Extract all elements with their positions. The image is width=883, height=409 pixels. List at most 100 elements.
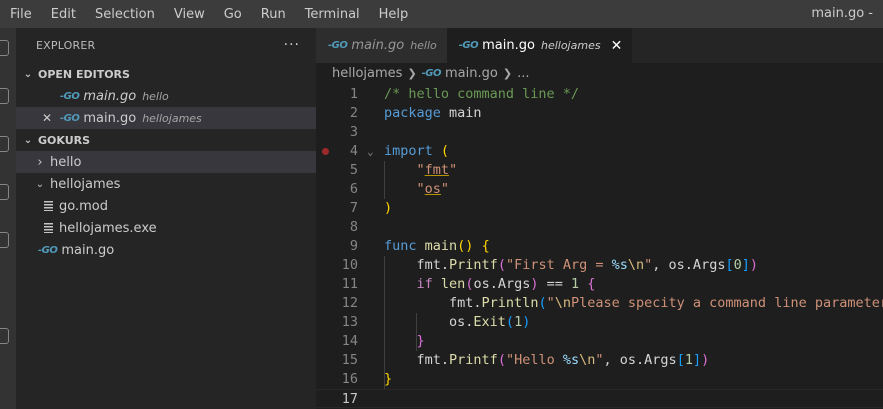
code-line: 14 } — [316, 332, 883, 351]
remote-icon[interactable] — [0, 328, 9, 344]
code-text: ) — [384, 200, 393, 216]
line-number: 14 — [341, 333, 358, 349]
chevron-right-icon: ❯ — [407, 67, 417, 80]
code-text: if len(os.Args) == 1 { — [416, 276, 596, 292]
code-text: fmt.Println("\nPlease specity a command … — [384, 295, 883, 311]
code-text: "fmt" — [416, 162, 458, 178]
open-editor-item[interactable]: -GO main.go hello — [16, 85, 316, 107]
menu-help[interactable]: Help — [369, 7, 418, 22]
workspace-section[interactable]: ⌄ GOKURS — [16, 129, 316, 151]
tab-bar: -GO main.go hello -GO main.go hellojames… — [316, 28, 883, 63]
chevron-right-icon: › — [37, 154, 43, 170]
code-line: 13 os.Exit(1) — [316, 313, 883, 332]
close-tab-icon[interactable]: ✕ — [611, 38, 623, 54]
line-number: 8 — [349, 219, 358, 235]
line-number: 10 — [341, 257, 358, 273]
close-editor-icon[interactable]: ✕ — [42, 111, 52, 125]
code-line: 6 "os" — [316, 180, 883, 199]
code-editor[interactable]: 1/* hello command line */ 2 package main … — [316, 85, 883, 408]
go-file-icon: -GO — [38, 244, 58, 256]
tab-main-go-hellojames[interactable]: -GO main.go hellojames ✕ — [446, 28, 633, 63]
code-text: os.Exit(1) — [384, 314, 531, 330]
open-editor-name: main.go — [83, 88, 137, 104]
tree-item-label: hellojames.exe — [59, 220, 157, 236]
fold-chevron-icon[interactable]: ⌄ — [367, 142, 374, 161]
go-file-icon: -GO — [60, 90, 80, 102]
run-icon[interactable] — [0, 184, 9, 200]
open-editor-name: main.go — [83, 110, 137, 126]
menu-terminal[interactable]: Terminal — [295, 7, 369, 22]
breadcrumb: hellojames ❯ -GO main.go ❯ ... — [332, 63, 529, 85]
code-line: 3 — [316, 123, 883, 142]
code-line: 10 fmt.Printf("First Arg = %s\n", os.Arg… — [316, 256, 883, 275]
chevron-down-icon: ⌄ — [23, 134, 33, 146]
line-number: 1 — [349, 86, 358, 102]
explorer-icon[interactable] — [0, 40, 9, 56]
code-text: } — [384, 371, 393, 387]
tree-item-hello[interactable]: › hello — [16, 151, 316, 173]
search-icon[interactable] — [0, 88, 9, 104]
menu-edit[interactable]: Edit — [41, 7, 85, 22]
code-line-current: 17 — [316, 389, 883, 408]
line-number: 6 — [349, 181, 358, 197]
tree-item-label: main.go — [61, 242, 115, 258]
code-text: } — [416, 333, 425, 349]
window-title: main.go - — [811, 6, 873, 21]
code-line: 16} — [316, 370, 883, 389]
code-line: 11 if len(os.Args) == 1 { — [316, 275, 883, 294]
breadcrumb-more[interactable]: ... — [517, 63, 529, 85]
code-line: 1 /* hello command line */ — [316, 85, 883, 104]
tab-desc: hello — [410, 39, 437, 52]
tree-item-label: hello — [50, 154, 82, 170]
line-number: 15 — [341, 352, 358, 368]
code-text: package main — [384, 105, 482, 121]
open-editor-item[interactable]: ✕ -GO main.go hellojames — [16, 107, 316, 129]
tree-item-hellojames-exe[interactable]: hellojames.exe — [16, 217, 316, 239]
open-editors-label: OPEN EDITORS — [38, 67, 130, 81]
tab-label: main.go — [351, 38, 405, 53]
chevron-right-icon: ❯ — [502, 67, 513, 80]
tab-label: main.go — [482, 38, 535, 53]
menu-run[interactable]: Run — [251, 7, 295, 22]
line-number: 4 — [349, 143, 358, 159]
more-actions-icon[interactable]: ··· — [284, 37, 300, 53]
go-file-icon: -GO — [458, 40, 479, 51]
extensions-icon[interactable] — [0, 232, 9, 248]
code-line: 5 "fmt" — [316, 161, 883, 180]
breadcrumb-file[interactable]: main.go — [445, 63, 498, 85]
tree-item-go-mod[interactable]: go.mod — [16, 195, 316, 217]
menu-file[interactable]: File — [0, 7, 41, 22]
code-text: fmt.Printf("First Arg = %s\n", os.Args[0… — [384, 257, 759, 273]
tab-main-go-hello[interactable]: -GO main.go hello — [316, 28, 447, 63]
go-file-icon: -GO — [421, 68, 442, 79]
menu-go[interactable]: Go — [214, 7, 251, 22]
editor-area: -GO main.go hello -GO main.go hellojames… — [316, 28, 883, 409]
code-line: 12 fmt.Println("\nPlease specity a comma… — [316, 294, 883, 313]
workspace-label: GOKURS — [38, 133, 91, 147]
menu-selection[interactable]: Selection — [85, 7, 164, 22]
code-line: 15 fmt.Printf("Hello %s\n", os.Args[1]) — [316, 351, 883, 370]
file-lines-icon — [44, 201, 53, 211]
explorer-title: EXPLORER — [36, 39, 96, 52]
menu-view[interactable]: View — [164, 7, 214, 22]
code-text: func main() { — [384, 238, 490, 254]
code-text: import ( — [384, 143, 450, 159]
code-line: 9 func main() { — [316, 237, 883, 256]
breadcrumb-folder[interactable]: hellojames — [332, 63, 402, 85]
source-control-icon[interactable] — [0, 136, 9, 152]
chevron-down-icon: ⌄ — [23, 68, 33, 80]
open-editors-section[interactable]: ⌄ OPEN EDITORS — [16, 63, 316, 85]
code-comment: /* hello command line */ — [384, 86, 580, 102]
line-number: 11 — [341, 276, 358, 292]
explorer-sidebar: EXPLORER ··· ⌄ OPEN EDITORS -GO main.go … — [16, 28, 316, 409]
code-line: 7) — [316, 199, 883, 218]
tree-item-hellojames[interactable]: ⌄ hellojames — [16, 173, 316, 195]
activity-bar — [0, 28, 16, 409]
code-text: fmt.Printf("Hello %s\n", os.Args[1]) — [384, 352, 710, 368]
explorer-header: EXPLORER ··· — [16, 28, 316, 63]
tree-item-main-go[interactable]: -GO main.go — [16, 239, 316, 261]
tree-item-label: go.mod — [59, 198, 108, 214]
open-editor-desc: hellojames — [142, 111, 202, 125]
code-line: 2 package main — [316, 104, 883, 123]
tree-item-label: hellojames — [50, 176, 121, 192]
